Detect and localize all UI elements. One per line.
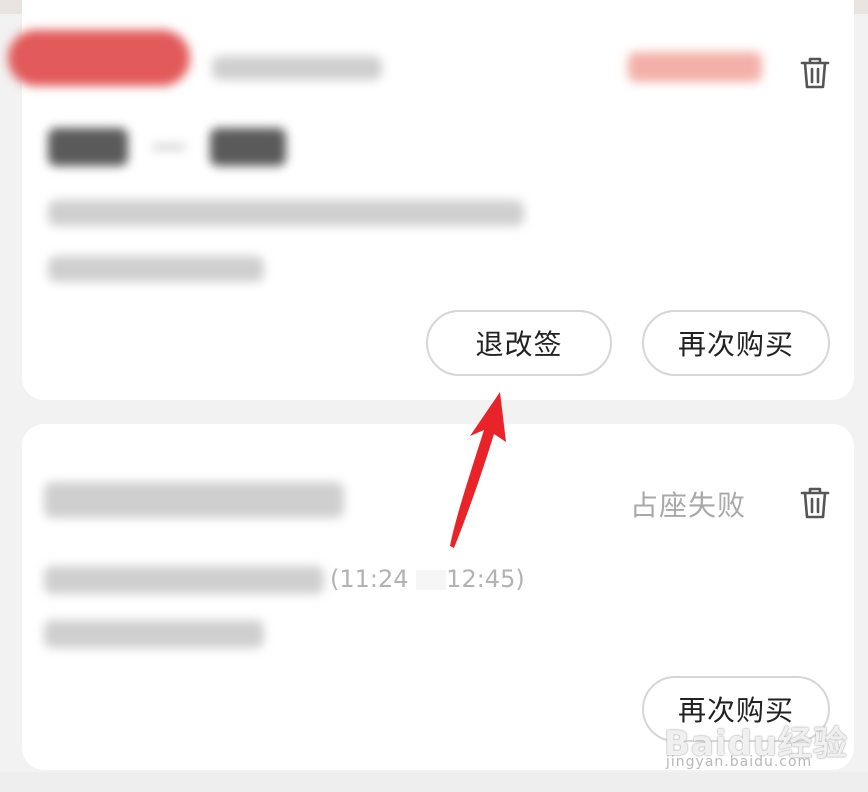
order-type-badge-blurred [8,30,190,86]
arrival-city-blurred [210,128,286,166]
watermark: Baidu经验 jingyan.baidu.com [664,716,848,770]
trip-date-blurred [44,566,324,594]
trip-datetime-blurred [48,200,524,226]
watermark-url: jingyan.baidu.com [666,754,813,770]
order-status: 占座失败 [630,489,747,522]
departure-city-blurred [48,128,128,166]
buy-again-button[interactable]: 再次购买 [642,310,830,376]
trash-icon[interactable] [800,56,830,90]
train-info-blurred [44,620,264,648]
route-title-blurred [44,482,344,518]
trip-time: (11:24 12:45) [330,565,525,593]
bottom-strip [0,772,868,792]
route-arrow-blurred [152,144,186,150]
order-status-blurred [628,52,762,82]
rebook-button[interactable]: 退改签 [426,310,612,376]
trash-icon[interactable] [800,486,830,520]
order-number-blurred [212,56,382,80]
train-info-blurred [48,256,264,282]
